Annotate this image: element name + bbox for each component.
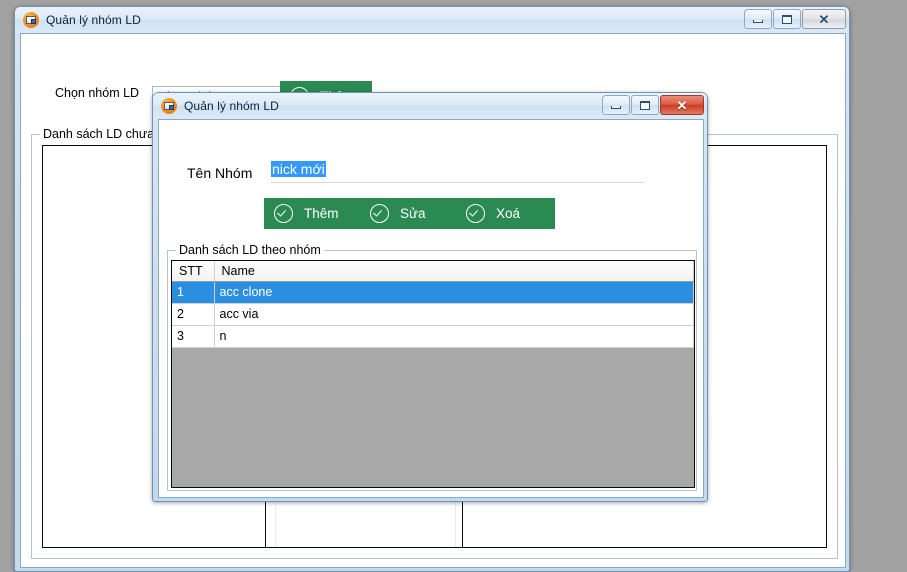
cell-stt: 3	[172, 325, 215, 348]
main-window-title: Quản lý nhóm LD	[46, 13, 141, 27]
select-group-label: Chọn nhóm LD	[55, 86, 140, 100]
close-icon: ✕	[676, 97, 688, 113]
dialog-delete-button[interactable]: Xoá	[456, 198, 555, 229]
minimize-icon	[753, 20, 763, 23]
dialog-caption-buttons: ✕	[601, 95, 704, 115]
screen: Quản lý nhóm LD ✕ Chọn nhóm LD Chọn nhóm…	[0, 0, 907, 572]
group-name-label: Tên Nhóm	[187, 165, 253, 181]
column-header-stt[interactable]: STT	[172, 261, 215, 282]
column-header-name[interactable]: Name	[214, 261, 694, 282]
group-manager-dialog: Quản lý nhóm LD ✕ Tên Nhóm nick mới Thêm…	[152, 92, 708, 502]
dialog-client-area: Tên Nhóm nick mới Thêm Sửa Xoá Danh sách…	[158, 119, 704, 498]
select-group-row: Chọn nhóm LD	[55, 86, 139, 100]
main-window-caption-buttons: ✕	[743, 9, 846, 29]
close-icon: ✕	[818, 11, 830, 27]
dialog-edit-button[interactable]: Sửa	[360, 198, 459, 229]
dialog-title: Quản lý nhóm LD	[184, 99, 279, 113]
table-row[interactable]: 3 n	[172, 325, 694, 348]
maximize-icon	[782, 14, 792, 24]
dialog-add-button-label: Thêm	[304, 206, 339, 221]
group-members-groupbox-title: Danh sách LD theo nhóm	[176, 243, 324, 257]
dialog-close-button[interactable]: ✕	[660, 95, 704, 115]
dialog-edit-button-label: Sửa	[400, 206, 426, 221]
dialog-minimize-button[interactable]	[602, 95, 630, 115]
maximize-button[interactable]	[773, 9, 801, 29]
table-row[interactable]: 1 acc clone	[172, 281, 694, 304]
close-button[interactable]: ✕	[802, 9, 846, 29]
group-name-input[interactable]: nick mới	[271, 161, 645, 183]
cell-name: acc clone	[214, 281, 694, 304]
table-header-row: STT Name	[172, 261, 694, 282]
maximize-icon	[640, 100, 650, 110]
table-row[interactable]: 2 acc via	[172, 303, 694, 326]
group-members-table: STT Name 1 acc clone 2 acc via 3 n	[172, 261, 694, 348]
app-icon	[161, 98, 177, 114]
group-members-groupbox: Danh sách LD theo nhóm STT Name 1 acc cl…	[167, 243, 697, 491]
dialog-maximize-button[interactable]	[631, 95, 659, 115]
main-window-titlebar[interactable]: Quản lý nhóm LD ✕	[15, 7, 849, 33]
dialog-titlebar[interactable]: Quản lý nhóm LD ✕	[153, 93, 707, 119]
cell-name: n	[214, 325, 694, 348]
check-circle-icon	[274, 204, 293, 223]
check-circle-icon	[370, 204, 389, 223]
cell-stt: 2	[172, 303, 215, 326]
minimize-icon	[611, 106, 621, 109]
group-name-value: nick mới	[271, 161, 326, 177]
dialog-delete-button-label: Xoá	[496, 206, 521, 221]
cell-stt: 1	[172, 281, 215, 304]
group-members-grid[interactable]: STT Name 1 acc clone 2 acc via 3 n	[171, 260, 695, 488]
check-circle-icon	[466, 204, 485, 223]
cell-name: acc via	[214, 303, 694, 326]
minimize-button[interactable]	[744, 9, 772, 29]
dialog-add-button[interactable]: Thêm	[264, 198, 363, 229]
app-icon	[23, 12, 39, 28]
